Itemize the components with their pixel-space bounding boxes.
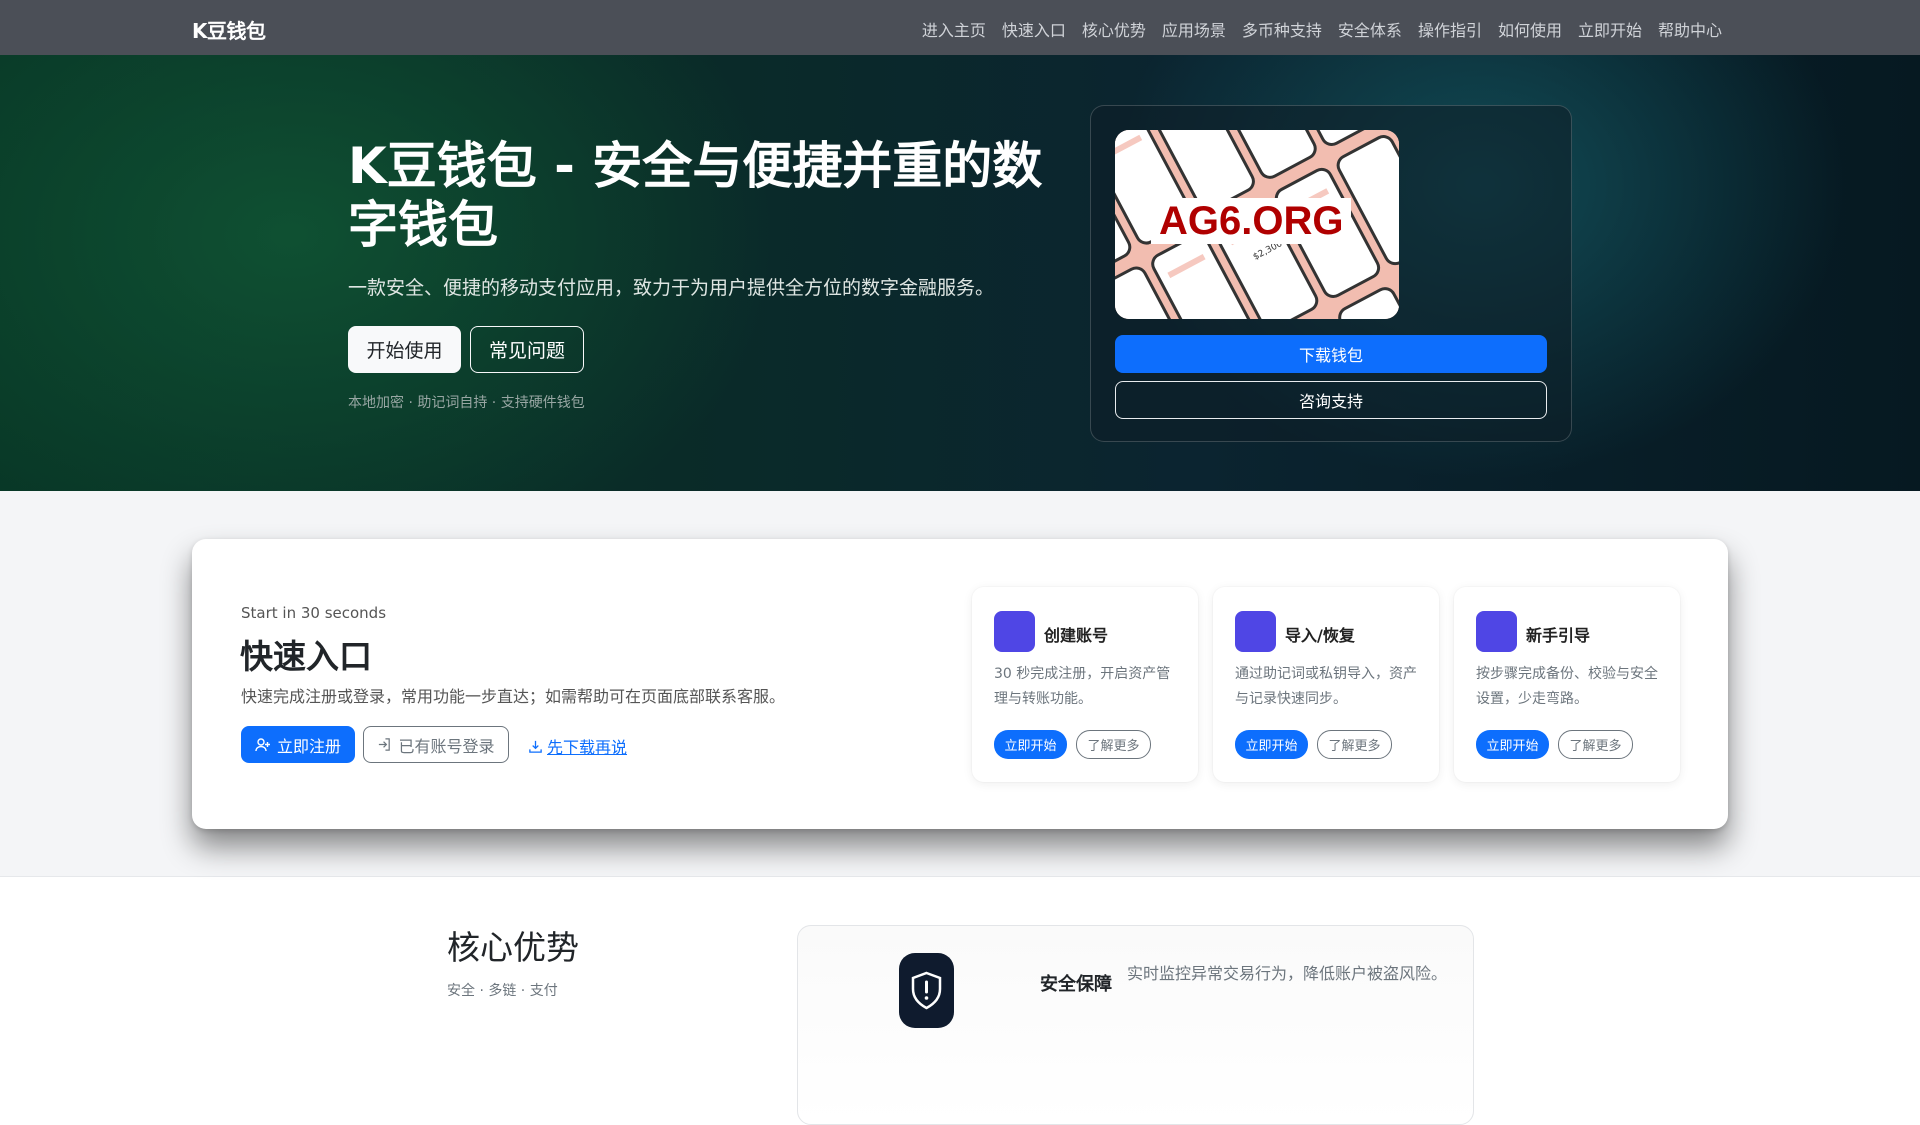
core-advantage-card: 安全保障 实时监控异常交易行为，降低账户被盗风险。 — [797, 925, 1474, 1125]
hero-download-card: $2,300 AG6.ORG 下载钱包 咨询支持 — [1090, 105, 1572, 442]
feature-icon — [1235, 611, 1276, 652]
feature-title: 新手引导 — [1526, 626, 1591, 645]
person-plus-icon — [255, 737, 270, 751]
feature-start-button[interactable]: 立即开始 — [1235, 730, 1308, 759]
register-button[interactable]: 立即注册 — [241, 726, 355, 763]
navbar: K豆钱包 进入主页 快速入口 核心优势 应用场景 多币种支持 安全体系 操作指引… — [0, 0, 1920, 55]
feature-learn-more-button[interactable]: 了解更多 — [1076, 730, 1151, 759]
core-advantages-subtitle: 安全 · 多链 · 支付 — [447, 983, 558, 999]
nav-link-core[interactable]: 核心优势 — [1082, 17, 1146, 41]
login-icon — [379, 738, 391, 751]
hero-subtitle: 一款安全、便捷的移动支付应用，致力于为用户提供全方位的数字金融服务。 — [348, 277, 995, 299]
nav-link-help[interactable]: 帮助中心 — [1658, 17, 1722, 41]
login-button-label: 已有账号登录 — [398, 736, 495, 756]
download-wallet-button[interactable]: 下载钱包 — [1115, 335, 1547, 373]
nav-link-howto[interactable]: 如何使用 — [1498, 17, 1562, 41]
feature-icon — [1476, 611, 1517, 652]
app-screenshots-image: $2,300 AG6.ORG — [1115, 130, 1399, 319]
hero-note: 本地加密 · 助记词自持 · 支持硬件钱包 — [348, 395, 585, 411]
nav-link-home[interactable]: 进入主页 — [922, 17, 986, 41]
watermark-text: AG6.ORG — [1151, 198, 1352, 244]
feature-icon — [994, 611, 1035, 652]
feature-start-button[interactable]: 立即开始 — [994, 730, 1067, 759]
download-icon — [529, 740, 542, 753]
consult-support-button[interactable]: 咨询支持 — [1115, 381, 1547, 419]
download-first-label: 先下载再说 — [547, 738, 628, 757]
feature-title: 导入/恢复 — [1285, 626, 1355, 645]
feature-description: 通过助记词或私钥导入，资产与记录快速同步。 — [1235, 666, 1417, 707]
feature-start-button[interactable]: 立即开始 — [1476, 730, 1549, 759]
quick-title: 快速入口 — [240, 637, 372, 676]
core-advantages-title: 核心优势 — [447, 928, 579, 967]
hero-section: K豆钱包 - 安全与便捷并重的数字钱包 一款安全、便捷的移动支付应用，致力于为用… — [0, 55, 1920, 491]
nav-link-guide[interactable]: 操作指引 — [1418, 17, 1482, 41]
faq-button[interactable]: 常见问题 — [470, 326, 584, 373]
quick-entry-card: Start in 30 seconds 快速入口 快速完成注册或登录，常用功能一… — [192, 539, 1728, 829]
core-item-description: 实时监控异常交易行为，降低账户被盗风险。 — [1127, 964, 1448, 983]
shield-icon-tile — [899, 953, 954, 1028]
core-item-title: 安全保障 — [1040, 974, 1112, 995]
download-first-link[interactable]: 先下载再说 — [528, 734, 627, 758]
feature-title: 创建账号 — [1044, 626, 1109, 645]
quick-description: 快速完成注册或登录，常用功能一步直达；如需帮助可在页面底部联系客服。 — [241, 687, 786, 706]
feature-description: 30 秒完成注册，开启资产管理与转账功能。 — [994, 666, 1171, 707]
quick-entry-section: Start in 30 seconds 快速入口 快速完成注册或登录，常用功能一… — [0, 491, 1920, 877]
brand-logo[interactable]: K豆钱包 — [192, 15, 266, 44]
nav-link-quick[interactable]: 快速入口 — [1002, 17, 1066, 41]
feature-description: 按步骤完成备份、校验与安全设置，少走弯路。 — [1476, 666, 1658, 707]
feature-learn-more-button[interactable]: 了解更多 — [1558, 730, 1633, 759]
feature-card-beginner-guide: 新手引导 按步骤完成备份、校验与安全设置，少走弯路。 立即开始 了解更多 — [1454, 587, 1680, 782]
start-button[interactable]: 开始使用 — [348, 326, 461, 373]
feature-card-create-account: 创建账号 30 秒完成注册，开启资产管理与转账功能。 立即开始 了解更多 — [972, 587, 1198, 782]
nav-link-security[interactable]: 安全体系 — [1338, 17, 1402, 41]
feature-learn-more-button[interactable]: 了解更多 — [1317, 730, 1392, 759]
shield-exclamation-icon — [911, 971, 942, 1010]
nav-link-start[interactable]: 立即开始 — [1578, 17, 1642, 41]
feature-card-import-restore: 导入/恢复 通过助记词或私钥导入，资产与记录快速同步。 立即开始 了解更多 — [1213, 587, 1439, 782]
nav-link-multicurrency[interactable]: 多币种支持 — [1242, 17, 1322, 41]
nav-links: 进入主页 快速入口 核心优势 应用场景 多币种支持 安全体系 操作指引 如何使用… — [922, 17, 1722, 41]
nav-link-scenarios[interactable]: 应用场景 — [1162, 17, 1226, 41]
login-button[interactable]: 已有账号登录 — [363, 726, 509, 763]
hero-title: K豆钱包 - 安全与便捷并重的数字钱包 — [348, 137, 1043, 254]
quick-eyebrow: Start in 30 seconds — [241, 604, 387, 622]
register-button-label: 立即注册 — [276, 736, 341, 756]
